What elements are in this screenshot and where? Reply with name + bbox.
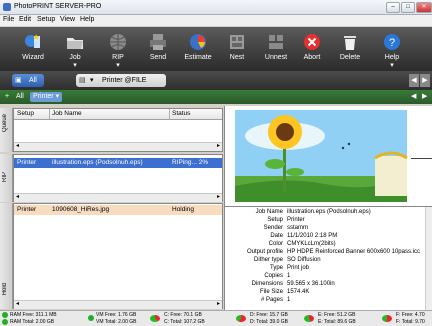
chevron-down-icon[interactable]: ▾ [116,62,120,69]
wizard-button[interactable]: Wizard [13,27,53,71]
folder-icon [67,38,83,49]
tab-all[interactable]: ▣ All [12,74,44,87]
table-row[interactable]: Printer 1090608_HiRes.jpg Holding [14,205,222,215]
menu-edit[interactable]: Edit [19,16,31,23]
tab-printer-file[interactable]: ▤ ▾ Printer @FILE [76,74,166,87]
minimize-button[interactable]: – [386,2,400,13]
rip-hscrollbar[interactable]: ◂ ▸ [14,193,222,202]
tab-row: ▣ All ▤ ▾ Printer @FILE ◀ ▶ [0,71,432,90]
vm-indicator-icon [88,315,94,321]
chevron-down-icon[interactable]: ▾ [73,62,77,69]
details-vscrollbar[interactable] [425,207,432,310]
estimate-icon [190,34,206,50]
estimate-button[interactable]: Estimate [178,27,218,71]
subtab-scroll-right-button[interactable]: ▶ [419,92,430,102]
queue-pane: Setup Job Name Status ◂ ▸ [13,108,223,152]
disk-f-pie-icon [382,315,392,322]
column-job-name[interactable]: Job Name [52,110,82,117]
job-details-panel: Job Name illustration.eps (Podsolnuh.eps)… [224,206,432,311]
printer-icon: ▤ [79,77,86,84]
rip-button[interactable]: RIP ▾ [98,27,138,71]
help-icon: ? [384,34,400,50]
hold-pane: Printer 1090608_HiRes.jpg Holding ◂ ▸ [13,203,223,309]
app-icon [3,3,11,11]
table-row[interactable]: Printer illustration.eps (Podsolnuh.eps)… [14,158,222,168]
status-bar: RAM Free: 311.1 MB RAM Total: 2.00 GB VM… [0,310,432,326]
subtab-scroll-left-button[interactable]: ◀ [408,92,419,102]
maximize-button[interactable]: □ [401,2,415,13]
subtab-row: + All Printer ▾ ◀ ▶ [0,90,432,104]
hold-side-tab[interactable]: Hold [0,203,13,309]
column-status[interactable]: Status [172,110,190,117]
queue-header: Setup Job Name Status [14,109,222,120]
disk-d-pie-icon [236,315,246,322]
printer-icon [150,34,166,50]
ram-indicator-icon [2,319,8,325]
menu-help[interactable]: Help [80,16,94,23]
chevron-down-icon[interactable]: ▾ [90,74,94,87]
svg-text:?: ? [389,37,395,49]
delete-button[interactable]: Delete [330,27,370,71]
subtab-all[interactable]: All [13,92,27,102]
trash-icon [344,36,356,50]
tab-scroll-right-button[interactable]: ▶ [420,74,430,87]
chevron-down-icon[interactable]: ▾ [390,62,394,69]
wand-icon [25,34,40,48]
unnest-icon [269,35,283,49]
abort-icon [304,34,320,50]
sunflower-preview-image [235,110,408,202]
rip-side-tab[interactable]: RIP [0,154,13,202]
help-button[interactable]: ? Help ▾ [372,27,412,71]
send-button[interactable]: Send [138,27,178,71]
globe-icon [110,34,126,50]
disk-c-pie-icon [150,315,160,322]
menu-setup[interactable]: Setup [37,16,55,23]
queue-hscrollbar[interactable]: ◂ ▸ [14,142,222,151]
column-setup[interactable]: Setup [17,110,34,117]
close-button[interactable]: ✕ [416,2,432,13]
nest-icon [230,35,244,49]
queue-side-tab[interactable]: Queue [0,108,13,152]
disk-e-pie-icon [304,315,314,322]
menu-file[interactable]: File [3,16,14,23]
rip-pane: Printer illustration.eps (Podsolnuh.eps)… [13,154,223,202]
job-preview [224,106,432,206]
ram-indicator-icon [2,312,8,318]
printer-group-icon: ▣ [15,77,22,84]
add-icon[interactable]: + [2,92,12,102]
unnest-button[interactable]: Unnest [256,27,296,71]
hold-hscrollbar[interactable]: ◂ ▸ [14,300,222,309]
subtab-printer[interactable]: Printer ▾ [30,92,63,102]
job-button[interactable]: Job ▾ [55,27,95,71]
abort-button[interactable]: Abort [292,27,332,71]
nest-button[interactable]: Nest [217,27,257,71]
menu-view[interactable]: View [60,16,75,23]
window-title: PhotoPRINT SERVER-PRO [14,3,102,10]
tab-scroll-left-button[interactable]: ◀ [409,74,419,87]
menu-bar: File Edit Setup View Help [0,15,432,26]
toolbar: Wizard Job ▾ RIP ▾ Send Estimate Nest Un… [0,27,432,71]
title-bar: PhotoPRINT SERVER-PRO – □ ✕ [0,0,432,15]
